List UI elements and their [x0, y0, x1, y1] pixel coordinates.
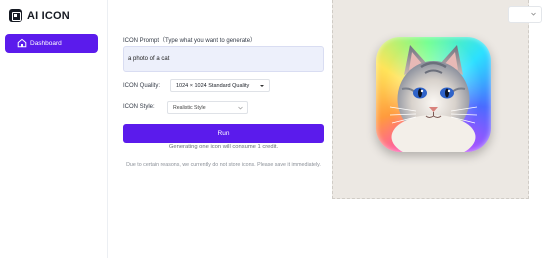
credit-note: Generating one icon will consume 1 credi… — [168, 144, 279, 150]
icon-preview — [332, 0, 529, 199]
run-button[interactable]: Run — [123, 124, 324, 143]
home-icon — [17, 38, 27, 48]
account-dropdown[interactable] — [508, 6, 542, 23]
app-window: AI ICON Dashboard ICON Prompt（Type what … — [0, 0, 550, 258]
sidebar-item-label: Dashboard — [30, 40, 62, 47]
generator-form: ICON Prompt（Type what you want to genera… — [123, 0, 324, 258]
logo-icon — [9, 9, 22, 22]
brand-name: AI ICON — [27, 9, 70, 22]
sidebar: AI ICON Dashboard — [0, 0, 108, 258]
prompt-input[interactable]: a photo of a cat — [123, 46, 324, 72]
chevron-down-icon — [531, 12, 536, 16]
caret-down-icon — [260, 85, 264, 87]
prompt-label: ICON Prompt（Type what you want to genera… — [123, 38, 257, 44]
style-label: ICON Style: — [123, 104, 155, 110]
style-select[interactable]: Realistic Style — [167, 101, 248, 114]
generated-icon[interactable] — [376, 37, 491, 152]
chevron-down-icon — [238, 106, 243, 110]
cat-icon — [389, 45, 478, 152]
quality-select-value: 1024 × 1024 Standard Quality — [176, 83, 250, 89]
storage-note: Due to certain reasons, we currently do … — [126, 162, 321, 168]
sidebar-item-dashboard[interactable]: Dashboard — [5, 34, 98, 53]
brand[interactable]: AI ICON — [9, 9, 70, 22]
style-select-value: Realistic Style — [173, 105, 206, 111]
quality-label: ICON Quality: — [123, 83, 161, 89]
quality-select[interactable]: 1024 × 1024 Standard Quality — [170, 79, 270, 92]
